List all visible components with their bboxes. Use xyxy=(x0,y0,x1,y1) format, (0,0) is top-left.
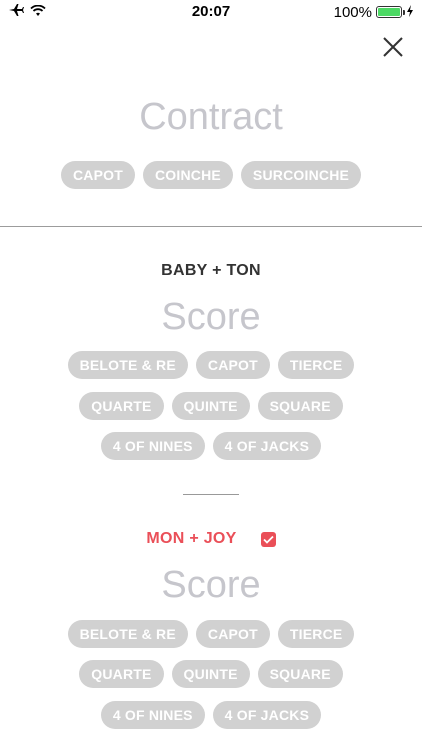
team-2-name: MON + JOY xyxy=(146,530,237,547)
section-divider xyxy=(0,226,422,227)
contract-option-coinche[interactable]: COINCHE xyxy=(142,161,233,189)
team-2-bonus-square[interactable]: SQUARE xyxy=(257,660,343,688)
team-divider xyxy=(183,494,239,495)
team-1-score-title[interactable]: Score xyxy=(0,296,422,339)
team-1-bonus-quinte[interactable]: QUINTE xyxy=(171,392,250,420)
team-1-bonus-belote-re[interactable]: BELOTE & RE xyxy=(67,351,188,379)
team-2-bonus-belote-re[interactable]: BELOTE & RE xyxy=(67,620,188,648)
team-2-bonus-quarte[interactable]: QUARTE xyxy=(79,660,164,688)
team-1-name: BABY + TON xyxy=(161,262,261,279)
team-2-bonus-4-of-nines[interactable]: 4 OF NINES xyxy=(100,701,205,729)
battery-icon xyxy=(376,6,405,18)
team-1-bonus-4-of-jacks[interactable]: 4 OF JACKS xyxy=(212,432,322,460)
team-1-bonus-row-1: BELOTE & RE CAPOT TIERCE xyxy=(0,351,422,379)
battery-fill xyxy=(378,8,400,16)
checkmark-icon xyxy=(263,535,274,544)
team-2-bonus-4-of-jacks[interactable]: 4 OF JACKS xyxy=(212,701,322,729)
team-2-header: MON + JOY xyxy=(0,530,422,548)
team-1-bonus-square[interactable]: SQUARE xyxy=(257,392,343,420)
close-icon xyxy=(383,37,403,57)
team-2-bonus-row-3: 4 OF NINES 4 OF JACKS xyxy=(0,701,422,729)
contract-title: Contract xyxy=(139,96,283,138)
team-2-checkbox[interactable] xyxy=(260,531,276,547)
team-1-bonus-tierce[interactable]: TIERCE xyxy=(277,351,355,379)
team-2-bonus-row-2: QUARTE QUINTE SQUARE xyxy=(0,660,422,688)
team-1-bonus-row-3: 4 OF NINES 4 OF JACKS xyxy=(0,432,422,460)
team-2-bonus-row-1: BELOTE & RE CAPOT TIERCE xyxy=(0,620,422,648)
team-1-bonus-row-2: QUARTE QUINTE SQUARE xyxy=(0,392,422,420)
contract-option-surcoinche[interactable]: SURCOINCHE xyxy=(240,161,362,189)
contract-option-capot[interactable]: CAPOT xyxy=(60,161,135,189)
team-2-bonus-quinte[interactable]: QUINTE xyxy=(171,660,250,688)
close-button[interactable] xyxy=(382,36,404,58)
contract-options: CAPOT COINCHE SURCOINCHE xyxy=(0,161,422,189)
team-1-bonus-4-of-nines[interactable]: 4 OF NINES xyxy=(100,432,205,460)
team-1-bonus-quarte[interactable]: QUARTE xyxy=(79,392,164,420)
status-time: 20:07 xyxy=(191,3,231,20)
team-1-bonus-capot[interactable]: CAPOT xyxy=(195,351,270,379)
team-2-score-title[interactable]: Score xyxy=(0,564,422,607)
team-2-bonus-capot[interactable]: CAPOT xyxy=(195,620,270,648)
team-2-bonus-tierce[interactable]: TIERCE xyxy=(277,620,355,648)
status-bar: 20:07 100% xyxy=(0,0,422,24)
